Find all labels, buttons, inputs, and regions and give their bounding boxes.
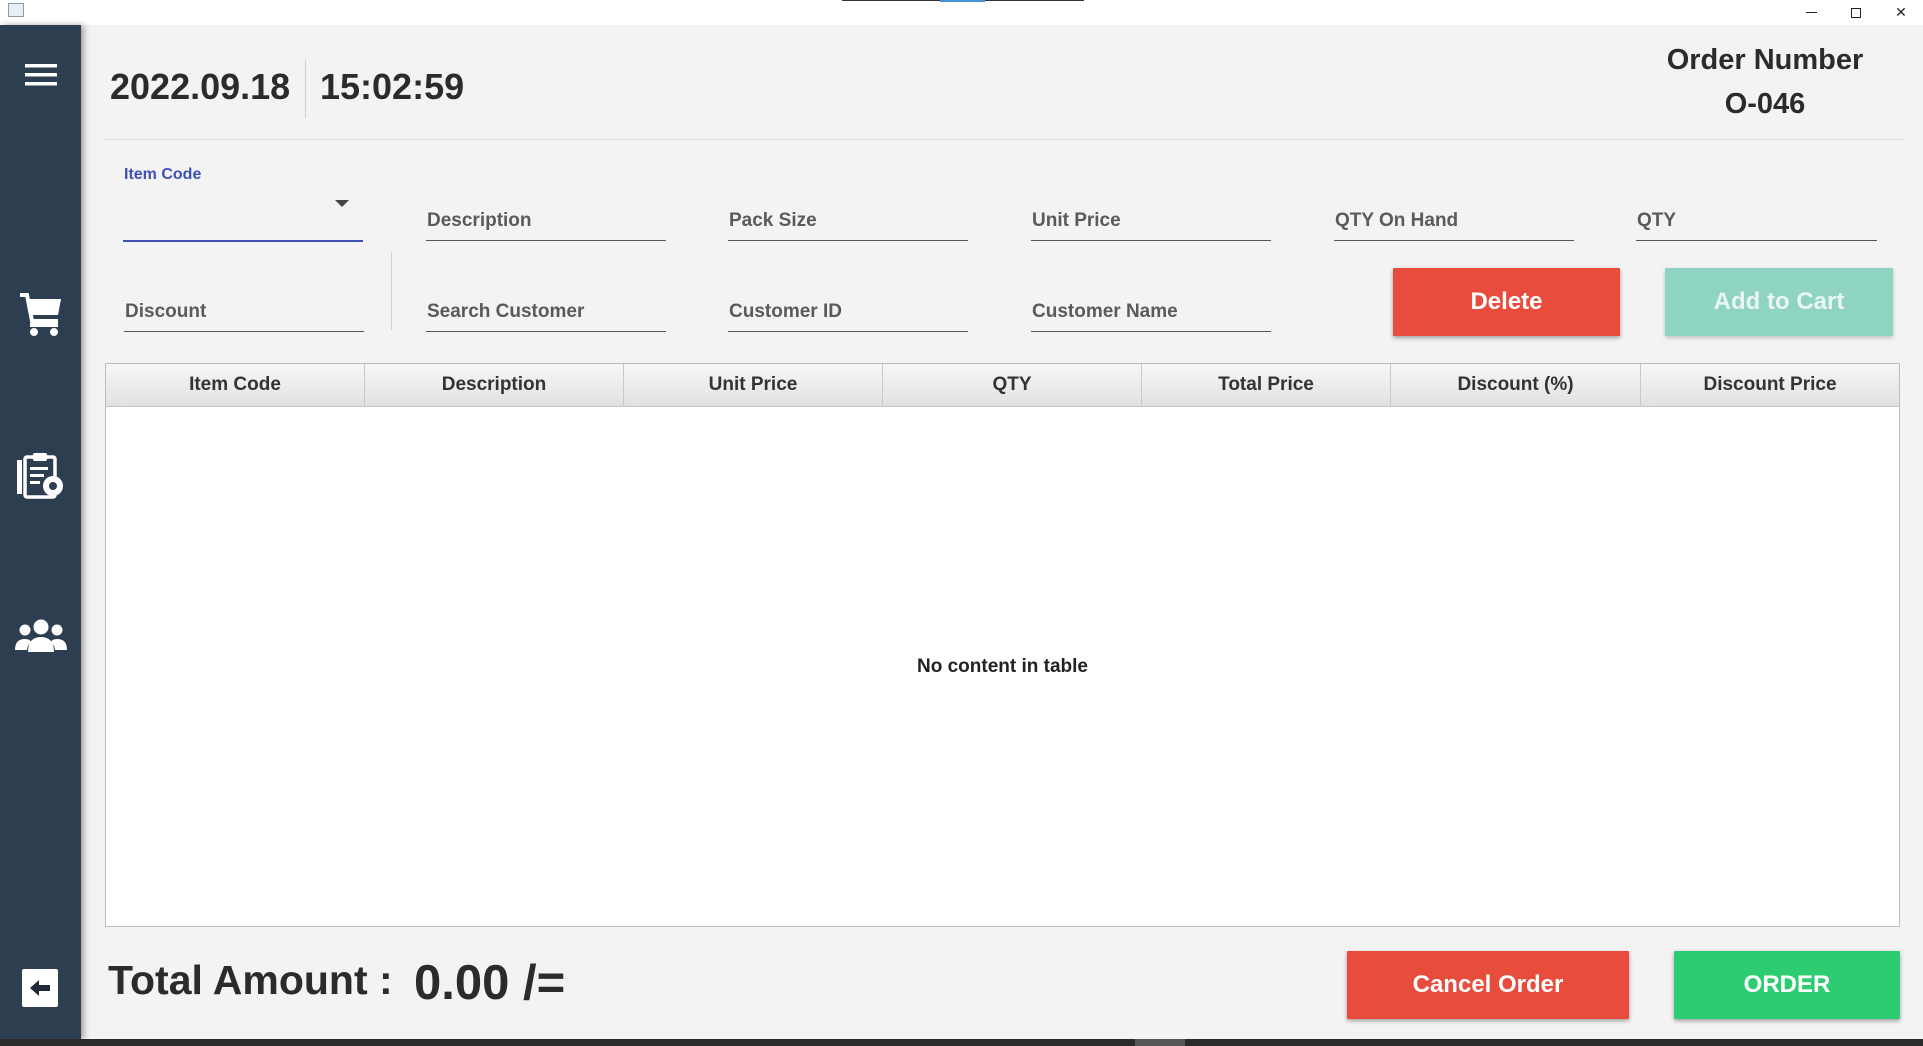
minimize-button[interactable]	[1788, 0, 1834, 25]
column-header-qty[interactable]: QTY	[883, 364, 1142, 406]
column-header-discount-percent[interactable]: Discount (%)	[1391, 364, 1641, 406]
window-title-bar: ✕	[0, 0, 1923, 25]
chevron-down-icon[interactable]	[335, 200, 349, 207]
sidebar-item-customers[interactable]	[0, 618, 81, 654]
order-button[interactable]: ORDER	[1674, 951, 1900, 1019]
order-items-table[interactable]: Item Code Description Unit Price QTY Tot…	[105, 363, 1900, 927]
search-customer-label: Search Customer	[427, 301, 585, 322]
column-header-unit-price[interactable]: Unit Price	[624, 364, 883, 406]
maximize-icon	[1851, 7, 1861, 18]
delete-button[interactable]: Delete	[1393, 268, 1620, 336]
item-code-combobox[interactable]: Item Code	[123, 166, 363, 242]
maximize-button[interactable]	[1833, 0, 1879, 25]
form-divider	[391, 252, 392, 330]
qty-on-hand-field[interactable]: QTY On Hand	[1334, 207, 1574, 241]
hamburger-menu-icon	[24, 64, 57, 86]
table-empty-message: No content in table	[917, 656, 1088, 677]
column-header-description[interactable]: Description	[365, 364, 624, 406]
customer-id-field[interactable]: Customer ID	[728, 298, 968, 332]
pack-size-field[interactable]: Pack Size	[728, 207, 968, 241]
customer-name-label: Customer Name	[1032, 301, 1178, 322]
add-to-cart-button[interactable]: Add to Cart	[1665, 268, 1893, 336]
qty-field[interactable]: QTY	[1636, 207, 1877, 241]
discount-label: Discount	[125, 301, 207, 322]
table-header: Item Code Description Unit Price QTY Tot…	[106, 364, 1899, 407]
qty-on-hand-label: QTY On Hand	[1335, 210, 1459, 231]
current-time: 15:02:59	[320, 66, 465, 107]
scrollbar-thumb[interactable]	[1135, 1039, 1185, 1046]
cancel-order-button[interactable]: Cancel Order	[1347, 951, 1629, 1019]
datetime-divider	[305, 60, 306, 118]
column-header-item-code[interactable]: Item Code	[106, 364, 365, 406]
search-customer-field[interactable]: Search Customer	[426, 298, 666, 332]
menu-button[interactable]	[0, 63, 81, 87]
column-header-total-price[interactable]: Total Price	[1142, 364, 1391, 406]
unit-price-label: Unit Price	[1032, 210, 1121, 231]
back-arrow-icon	[30, 980, 50, 996]
customer-id-label: Customer ID	[729, 301, 842, 322]
back-button[interactable]	[22, 969, 58, 1007]
qty-label: QTY	[1637, 210, 1677, 231]
pack-size-label: Pack Size	[729, 210, 817, 231]
bottom-scrollbar[interactable]	[0, 1039, 1923, 1046]
discount-field[interactable]: Discount	[124, 298, 364, 332]
total-amount-label: Total Amount :	[108, 957, 393, 1003]
total-amount-value: 0.00 /=	[414, 956, 566, 1010]
column-header-discount-price[interactable]: Discount Price	[1641, 364, 1899, 406]
description-field[interactable]: Description	[426, 207, 666, 241]
close-icon: ✕	[1895, 4, 1907, 20]
title-caption-accent	[940, 0, 985, 2]
order-number-label: Order Number	[1666, 44, 1864, 76]
item-code-label: Item Code	[124, 166, 202, 183]
order-number-value: O-046	[1724, 88, 1806, 120]
sidebar-item-orders[interactable]	[0, 289, 81, 337]
sidebar	[0, 25, 81, 1039]
description-label: Description	[427, 210, 532, 231]
unit-price-field[interactable]: Unit Price	[1031, 207, 1271, 241]
header-divider	[105, 139, 1905, 140]
customer-name-field[interactable]: Customer Name	[1031, 298, 1271, 332]
close-button[interactable]: ✕	[1878, 0, 1923, 25]
clipboard-settings-icon	[16, 453, 63, 499]
minimize-icon	[1805, 12, 1817, 13]
app-icon	[8, 3, 24, 17]
current-date: 2022.09.18	[110, 66, 291, 107]
sidebar-item-items[interactable]	[0, 452, 81, 502]
shopping-cart-icon	[19, 293, 61, 336]
people-icon	[14, 619, 67, 652]
